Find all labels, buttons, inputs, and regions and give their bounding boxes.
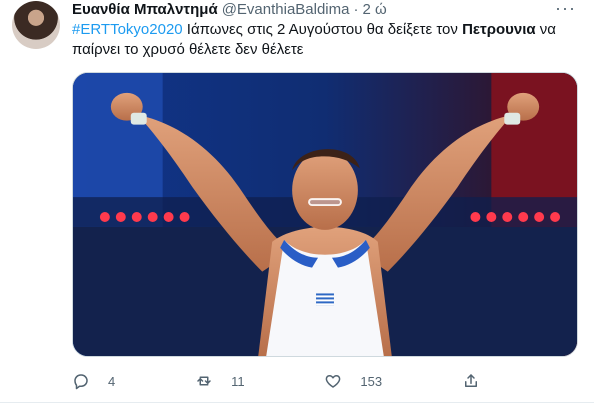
tweet-actions: 4 11 153 <box>72 369 502 393</box>
like-icon[interactable] <box>324 372 342 390</box>
avatar[interactable] <box>12 1 60 49</box>
highlighted-name: Πετρουνια <box>462 21 536 38</box>
tweet-text: #ERTTokyo2020 Ιάπωνες στις 2 Αυγούστου θ… <box>72 20 572 60</box>
retweet-action[interactable]: 11 <box>195 372 245 390</box>
tweet-card[interactable]: Ευανθία Μπαλντημά @EvanthiaBaldima · 2 ώ… <box>0 0 594 403</box>
separator-dot: · <box>353 0 359 18</box>
share-action[interactable] <box>462 372 502 390</box>
author-name[interactable]: Ευανθία Μπαλντημά <box>72 1 218 18</box>
timestamp[interactable]: 2 ώ <box>362 1 386 18</box>
tweet-media[interactable] <box>72 72 578 357</box>
reply-count: 4 <box>108 373 116 389</box>
tweet-text-part1: Ιάπωνες στις 2 Αυγούστου θα δείξετε τον <box>182 21 463 38</box>
like-action[interactable]: 153 <box>324 372 382 390</box>
reply-icon[interactable] <box>72 372 90 390</box>
reply-action[interactable]: 4 <box>72 372 115 390</box>
retweet-count: 11 <box>231 373 245 389</box>
more-icon[interactable]: ··· <box>555 0 576 17</box>
author-handle[interactable]: @EvanthiaBaldima <box>222 1 350 18</box>
retweet-icon[interactable] <box>195 372 213 390</box>
hashtag-link[interactable]: #ERTTokyo2020 <box>72 21 183 38</box>
like-count: 153 <box>360 373 383 389</box>
tweet-header: Ευανθία Μπαλντημά @EvanthiaBaldima · 2 ώ <box>72 0 387 18</box>
share-icon[interactable] <box>462 372 480 390</box>
gymnast-photo <box>73 73 577 356</box>
